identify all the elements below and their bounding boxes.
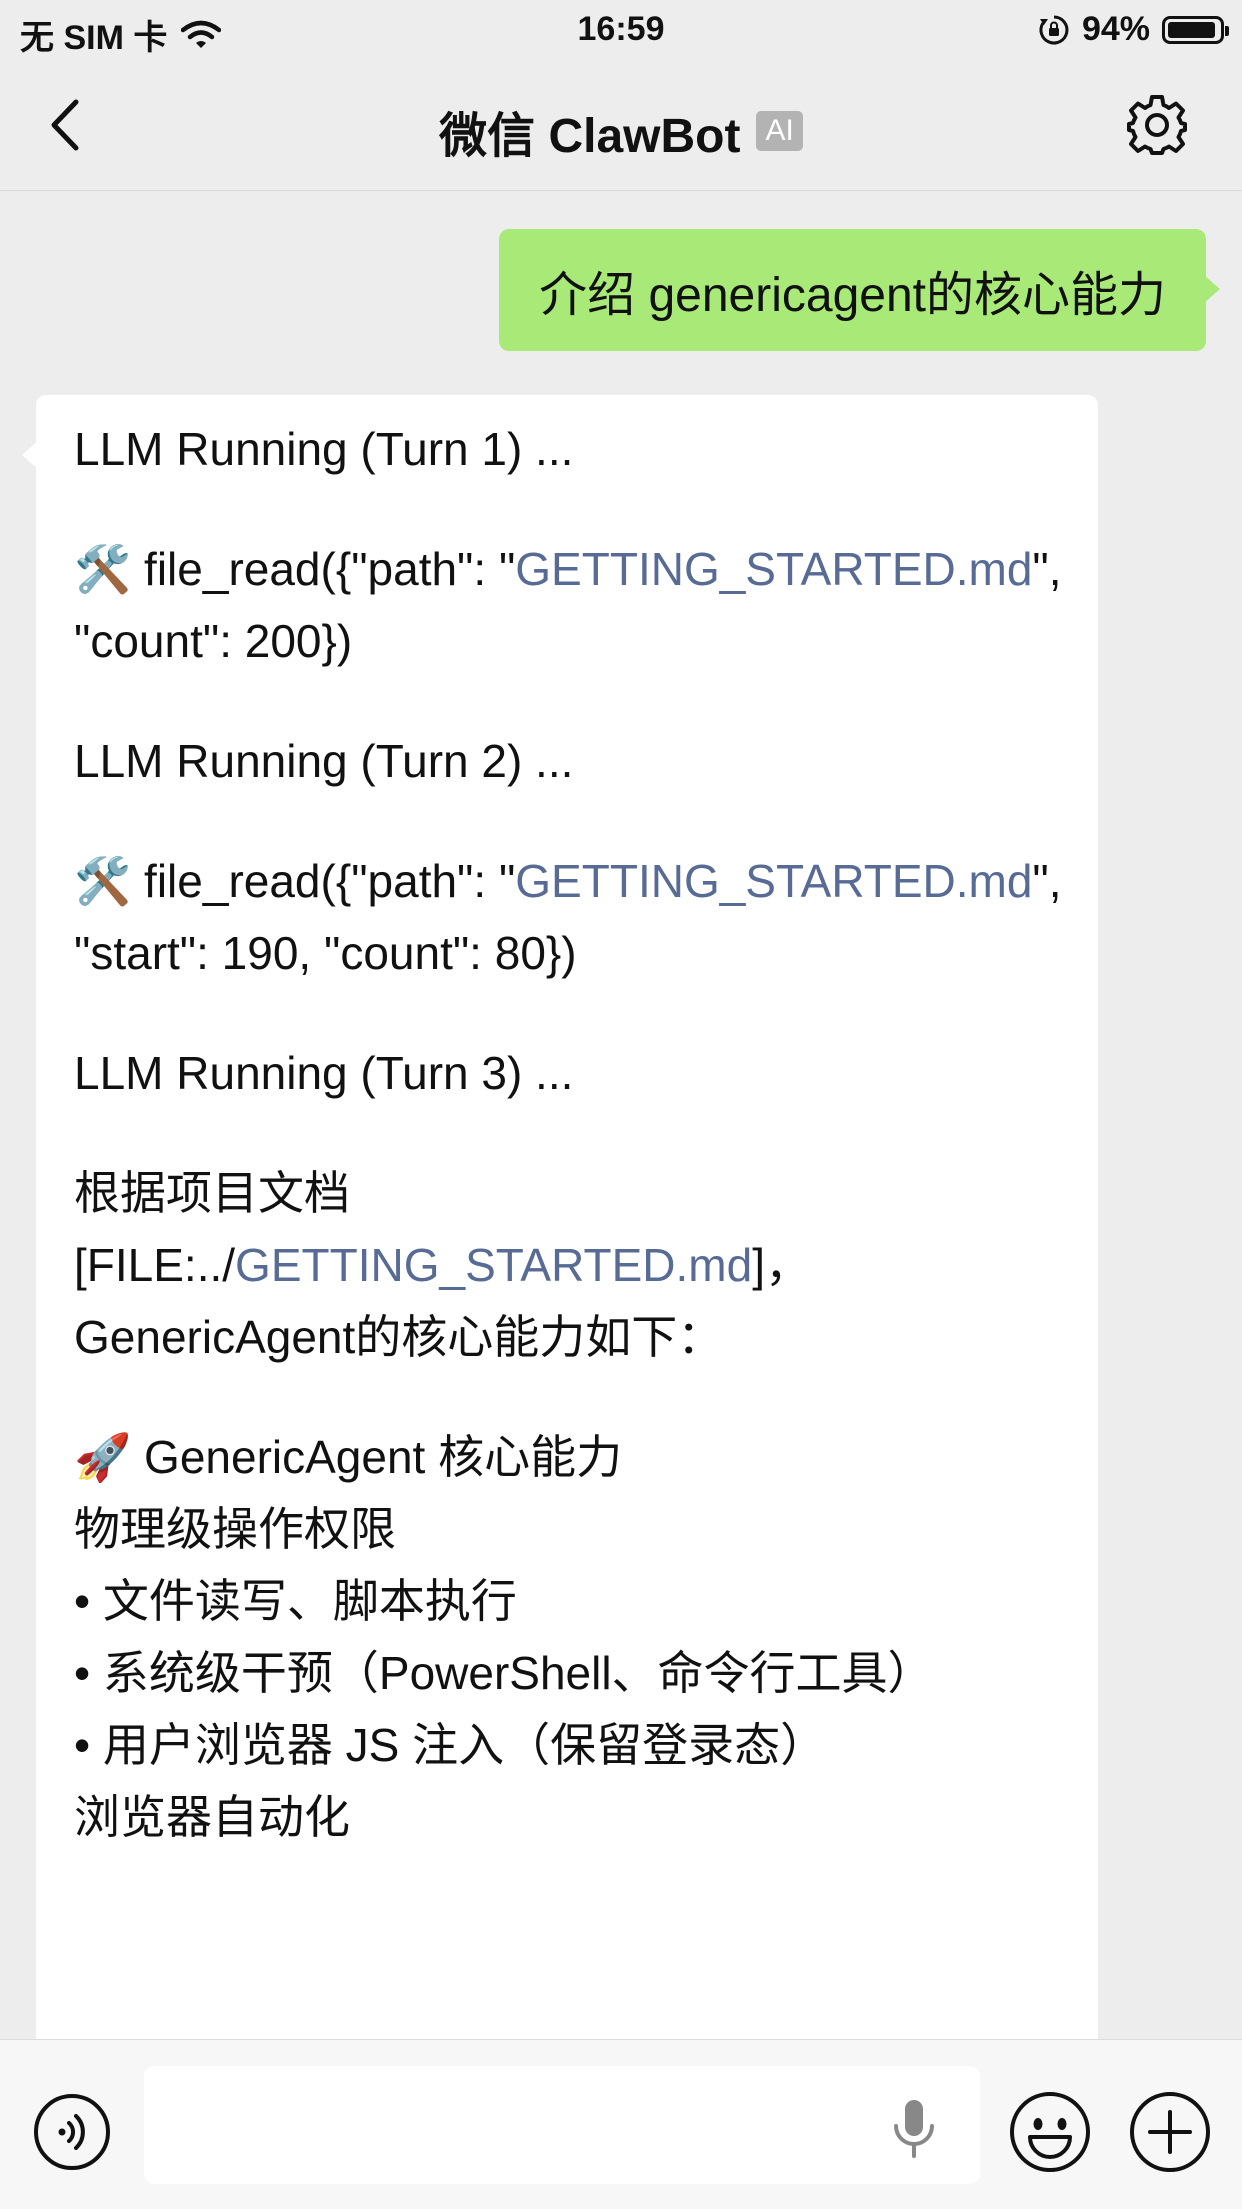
emoji-icon[interactable] — [1008, 2090, 1092, 2174]
file-link[interactable]: GETTING_STARTED.md — [515, 855, 1032, 907]
chat-area[interactable]: 介绍 genericagent的核心能力 LLM Running (Turn 1… — [0, 191, 1242, 2039]
rocket-icon: 🚀 — [74, 1430, 132, 1484]
message-input[interactable] — [144, 2066, 980, 2184]
input-bar — [0, 2039, 1242, 2209]
user-message-text: 介绍 genericagent的核心能力 — [539, 269, 1166, 322]
nav-bar: 微信 ClawBot AI — [0, 62, 1242, 191]
status-bar: 无 SIM 卡 16:59 94% — [0, 0, 1242, 62]
bot-message-bubble[interactable]: LLM Running (Turn 1) ... 🛠️ file_read({"… — [22, 395, 1098, 2039]
file-link[interactable]: GETTING_STARTED.md — [515, 543, 1032, 595]
section-title: GenericAgent 核心能力 — [131, 1431, 623, 1483]
hammer-wrench-icon: 🛠️ — [74, 854, 132, 908]
tool-call-1: 🛠️ file_read({"path": "GETTING_STARTED.m… — [74, 533, 1062, 677]
battery-percent: 94% — [1081, 10, 1150, 48]
tool-call-2-prefix: file_read({"path": " — [131, 855, 516, 907]
turn-2-status: LLM Running (Turn 2) ... — [74, 735, 574, 787]
turn-1-status: LLM Running (Turn 1) ... — [74, 423, 574, 475]
tool-call-2: 🛠️ file_read({"path": "GETTING_STARTED.m… — [74, 845, 1062, 989]
file-link[interactable]: GETTING_STARTED.md — [235, 1239, 752, 1291]
bullet-item: • 用户浏览器 JS 注入（保留登录态） — [74, 1719, 827, 1771]
subheading-browser: 浏览器自动化 — [74, 1791, 350, 1843]
microphone-icon[interactable] — [886, 2096, 942, 2162]
status-right: 94% — [1038, 10, 1229, 49]
ai-badge: AI — [756, 111, 803, 151]
battery-icon — [1162, 15, 1229, 44]
orientation-lock-icon — [1039, 15, 1069, 44]
summary-paragraph: 根据项目文档 [FILE:../GETTING_STARTED.md]， Gen… — [74, 1157, 1062, 1373]
hammer-wrench-icon: 🛠️ — [74, 542, 132, 596]
voice-icon[interactable] — [32, 2092, 112, 2172]
gear-icon[interactable] — [1124, 92, 1190, 158]
turn-3-status: LLM Running (Turn 3) ... — [74, 1047, 574, 1099]
bullet-item: • 文件读写、脚本执行 — [74, 1575, 517, 1627]
battery-tip — [1225, 25, 1229, 36]
user-message-bubble[interactable]: 介绍 genericagent的核心能力 — [499, 229, 1220, 351]
plus-icon[interactable] — [1128, 2090, 1212, 2174]
battery-fill — [1168, 21, 1215, 38]
chat-title: 微信 ClawBot — [439, 110, 741, 163]
nav-title-group: 微信 ClawBot AI — [0, 96, 1242, 166]
tool-call-1-prefix: file_read({"path": " — [131, 543, 516, 595]
bullet-item: • 系统级干预（PowerShell、命令行工具） — [74, 1647, 934, 1699]
section-heading: 🚀 GenericAgent 核心能力 — [74, 1421, 1062, 1493]
subheading-physical: 物理级操作权限 — [74, 1503, 396, 1555]
